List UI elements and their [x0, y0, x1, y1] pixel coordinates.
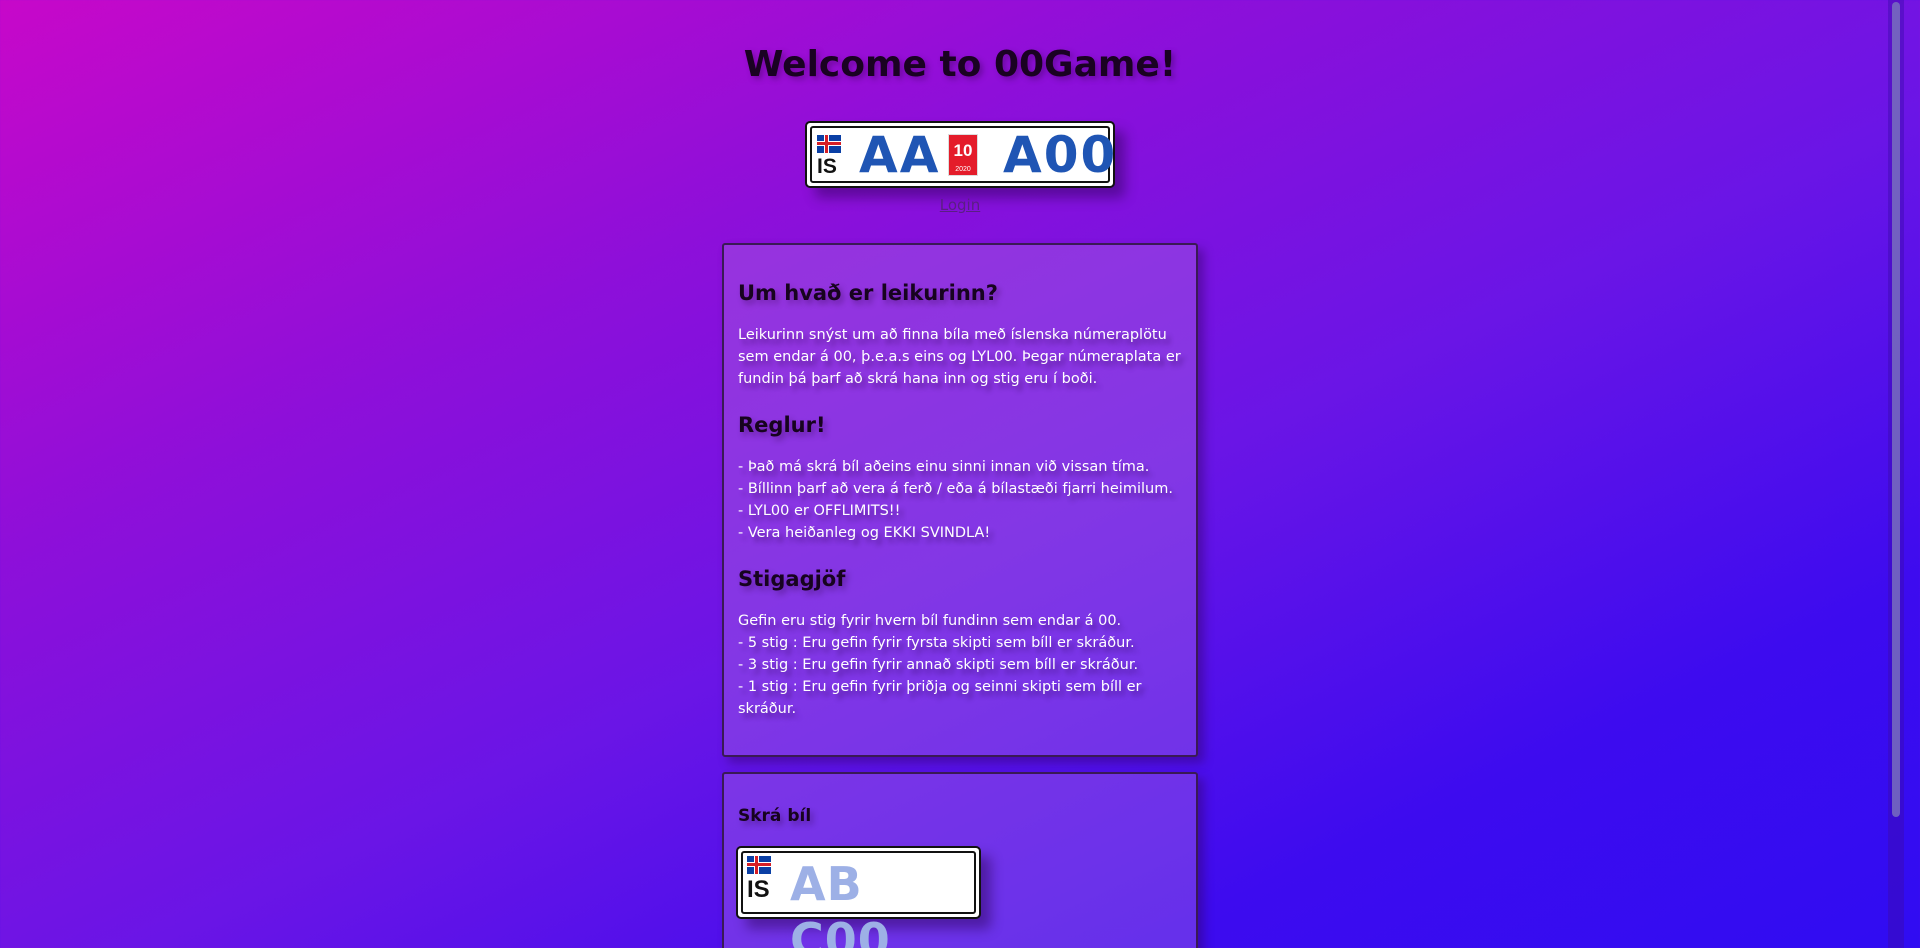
register-heading: Skrá bíl [738, 806, 812, 826]
scoring-list: Gefin eru stig fyrir hvern bíl fundinn s… [738, 610, 1182, 720]
scoring-intro: Gefin eru stig fyrir hvern bíl fundinn s… [738, 613, 1122, 629]
about-text: Leikurinn snýst um að finna bíla með ísl… [738, 327, 1181, 387]
rules-list: - Það má skrá bíl aðeins einu sinni inna… [738, 456, 1182, 544]
iceland-flag-icon [817, 135, 841, 153]
plate-numbers: A00 [1003, 126, 1118, 184]
inspection-sticker: 10 2020 [948, 134, 978, 176]
about-heading: Um hvað er leikurinn? [738, 281, 998, 305]
scrollbar-thumb[interactable] [1892, 2, 1900, 817]
iceland-flag-icon [747, 856, 771, 874]
header-license-plate: IS AA 10 2020 A00 [805, 121, 1115, 188]
rules-heading: Reglur! [738, 413, 826, 437]
rule-item: - LYL00 er OFFLIMITS!! [738, 503, 901, 519]
page-scrollbar[interactable] [1888, 0, 1904, 948]
plate-letters: AA [859, 126, 941, 184]
plate-input-placeholder: AB C00 [790, 857, 891, 948]
login-link[interactable]: Login [0, 196, 1920, 214]
scoring-heading: Stigagjöf [738, 567, 846, 591]
page: Welcome to 00Game! IS AA 10 2020 A00 Log… [0, 0, 1904, 948]
scoring-item: - 5 stig : Eru gefin fyrir fyrsta skipti… [738, 635, 1135, 651]
sticker-year: 2020 [949, 165, 977, 175]
rule-item: - Vera heiðanleg og EKKI SVINDLA! [738, 525, 991, 541]
info-card: Um hvað er leikurinn? Leikurinn snýst um… [722, 243, 1198, 757]
rule-item: - Það má skrá bíl aðeins einu sinni inna… [738, 459, 1150, 475]
scoring-item: - 1 stig : Eru gefin fyrir þriðja og sei… [738, 679, 1142, 717]
plate-input[interactable]: IS AB C00 [736, 846, 981, 948]
plate-country-code: IS [817, 155, 837, 178]
sticker-number: 10 [949, 135, 977, 167]
plate-input-country-code: IS [747, 876, 770, 903]
scoring-item: - 3 stig : Eru gefin fyrir annað skipti … [738, 657, 1139, 673]
rule-item: - Bíllinn þarf að vera á ferð / eða á bí… [738, 481, 1173, 497]
page-title: Welcome to 00Game! [743, 44, 1177, 85]
